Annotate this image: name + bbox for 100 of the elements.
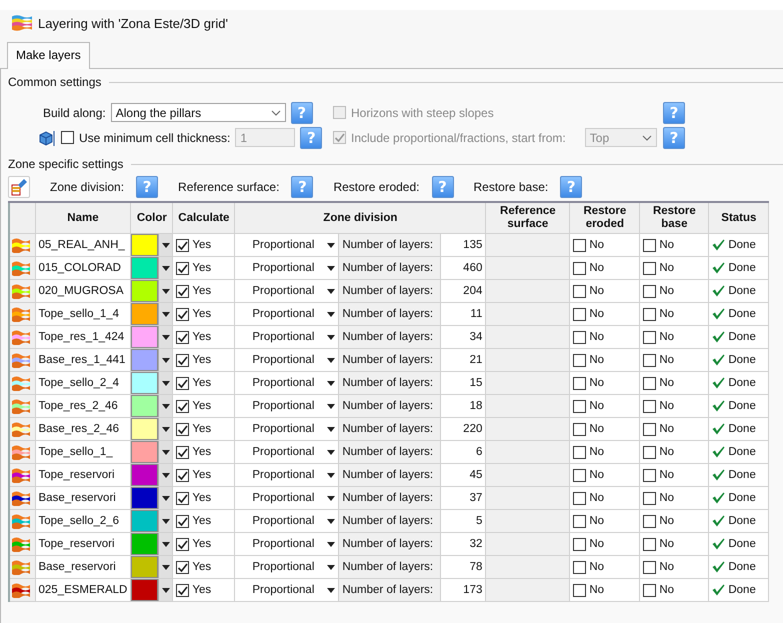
checkbox[interactable] [643,560,656,574]
checkbox[interactable] [176,514,190,528]
checkbox[interactable] [573,538,586,550]
caret-icon [162,426,170,432]
checkbox[interactable] [573,330,586,344]
tab[interactable]: Make layers [7,42,90,69]
checkbox-label: No [589,584,604,596]
dropdown-button[interactable] [158,464,172,486]
cube-icon [38,128,56,146]
checkbox[interactable] [573,560,586,574]
checkbox-label: No [589,423,604,435]
checkbox[interactable] [643,308,656,320]
edit-zones-icon[interactable] [8,176,30,198]
checkbox[interactable] [573,584,586,596]
checkbox[interactable] [176,262,190,274]
checkbox[interactable] [573,400,586,412]
checkbox-label: Yes [192,538,212,550]
checkbox[interactable] [573,422,586,436]
dropdown-button[interactable] [158,442,172,462]
checkbox[interactable] [643,468,656,482]
checkbox[interactable] [176,308,190,320]
column-header: Status [708,202,769,234]
dropdown-button[interactable] [158,350,172,370]
checkbox[interactable] [573,514,586,528]
dropdown-button[interactable] [158,304,172,324]
checkbox[interactable] [176,584,190,596]
dropdown[interactable]: Along the pillars [110,103,286,122]
checkbox[interactable] [643,492,656,504]
table-cell: Number of layers: [338,440,441,464]
checkbox[interactable] [643,514,656,528]
checkbox[interactable] [176,376,190,390]
checkbox[interactable] [573,262,586,274]
checkbox-label: Yes [192,308,212,320]
checkbox[interactable] [176,422,190,436]
checkbox[interactable] [643,584,656,596]
caret-icon [327,404,336,408]
layer-icon [12,260,30,276]
checkbox-label: No [589,285,604,297]
checkbox[interactable] [643,446,656,458]
table-cell: Number of layers: [338,486,441,510]
table-cell: Number of layers: [338,234,441,256]
checkbox[interactable] [176,468,190,482]
dropdown-button[interactable] [158,280,172,302]
checkbox[interactable] [573,354,586,366]
checkbox[interactable] [643,400,656,412]
checkbox[interactable] [176,284,190,298]
checkbox[interactable] [573,468,586,482]
dropdown-button[interactable] [158,534,172,554]
caret-icon [327,426,336,432]
checkbox-label: No [589,262,604,274]
checkbox[interactable] [176,400,190,412]
field-label: Restore base: [474,180,548,194]
dropdown-button[interactable] [158,234,172,256]
layer-icon [12,536,30,552]
checkbox[interactable] [643,376,656,390]
layer-icon [12,467,30,483]
window-title: Layering with 'Zona Este/3D grid' [38,16,228,30]
dropdown-button[interactable] [158,488,172,508]
table-cell: Tope_sello_2_6 [35,510,131,532]
dropdown-button[interactable] [158,326,172,348]
checkbox[interactable] [643,238,656,252]
checkbox[interactable] [643,284,656,298]
checkbox[interactable] [643,262,656,274]
caret-icon [162,588,170,592]
field-label: Restore eroded: [333,180,420,194]
dropdown-button[interactable] [158,258,172,278]
table-cell: Number of layers: [338,372,441,394]
checkbox[interactable] [573,284,586,298]
checkbox[interactable] [643,354,656,366]
checkbox[interactable] [573,492,586,504]
dropdown-button[interactable] [158,580,172,600]
checkbox[interactable] [176,354,190,366]
checkbox[interactable] [176,330,190,344]
dropdown-button[interactable] [158,510,172,532]
caret-icon [270,110,281,116]
dropdown-button[interactable] [158,372,172,394]
layer-icon [12,375,30,391]
checkbox-label: Yes [192,262,212,274]
checkbox[interactable] [573,376,586,390]
checkbox[interactable] [176,238,190,252]
checkbox[interactable] [176,560,190,574]
dropdown-button[interactable] [158,396,172,416]
checkbox[interactable] [573,238,586,252]
status-text: Done [728,262,756,274]
checkbox[interactable] [643,422,656,436]
caret-icon [162,472,170,478]
checkbox-label: No [589,239,604,251]
checkbox[interactable] [643,330,656,344]
checkbox[interactable] [176,446,190,458]
checkbox[interactable] [573,308,586,320]
checkbox[interactable] [176,492,190,504]
checkbox[interactable] [643,538,656,550]
section-title: Common settings [8,75,102,89]
checkbox-label: No [589,469,604,481]
table-cell: 025_ESMERALD [35,578,131,602]
dropdown-button[interactable] [158,418,172,440]
checkbox[interactable] [573,446,586,458]
dropdown-button[interactable] [158,556,172,578]
checkbox[interactable] [176,538,190,550]
section-title: Zone specific settings [8,157,124,171]
